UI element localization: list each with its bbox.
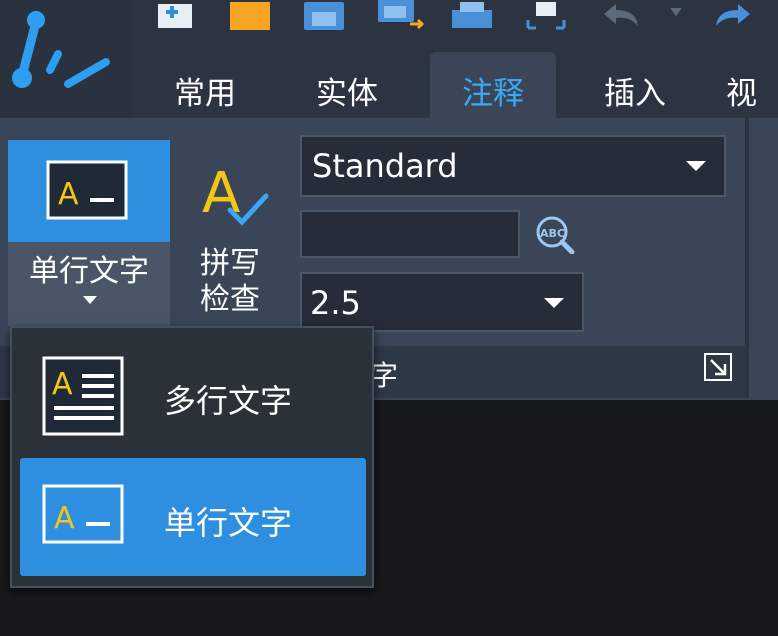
text-height-combo[interactable]: 2.5 [300,272,584,332]
save-icon [304,2,344,30]
ribbon-divider [745,118,749,398]
svg-text:A: A [54,501,75,536]
save-button[interactable] [302,0,346,30]
redo-icon [716,4,750,26]
save-as-icon [378,0,425,30]
print-icon [452,2,492,28]
redo-button[interactable] [710,0,754,30]
menu-item-label: 单行文字 [164,504,293,542]
save-as-button[interactable] [376,0,426,30]
single-line-text-button[interactable]: A [8,140,170,242]
text-height-value: 2.5 [310,284,361,322]
menu-item-multiline-text[interactable]: A 多行文字 [20,336,366,454]
chevron-down-icon[interactable] [83,296,97,304]
spell-check-button[interactable]: A [200,158,272,232]
chevron-down-icon [544,298,564,308]
single-line-text-icon: A [42,484,124,544]
undo-dropdown-button[interactable] [668,0,684,18]
text-type-dropdown-menu: A 多行文字 A 单行文字 [10,326,374,588]
spell-check-label: 拼写 检查 [190,246,270,318]
tab-view[interactable]: 视 [726,52,778,118]
find-text-input[interactable] [300,210,520,258]
app-logo [0,0,132,118]
menu-item-label: 多行文字 [164,382,293,420]
single-line-text-label: 单行文字 [29,254,149,289]
tab-insert[interactable]: 插入 [576,52,694,118]
svg-text:A: A [58,177,79,212]
tab-entity[interactable]: 实体 [288,52,406,118]
find-text-button[interactable]: ABC [534,214,576,258]
spell-check-icon: A [202,161,269,226]
app-logo-icon [12,11,110,88]
single-line-text-icon: A [46,160,128,220]
tab-annotation[interactable]: 注释 [430,52,556,118]
chevron-down-icon [686,161,706,171]
new-icon [158,4,192,28]
text-panel-title: 字 [370,359,399,392]
new-button[interactable] [156,0,196,30]
svg-text:A: A [52,367,73,402]
plot-button[interactable] [524,0,568,30]
tab-common[interactable]: 常用 [146,52,264,118]
spell-check-label-line2: 检查 [200,282,260,317]
undo-icon [604,4,638,26]
text-style-value: Standard [312,147,458,185]
undo-dropdown-icon [670,8,682,16]
panel-settings-button[interactable] [703,352,733,382]
print-button[interactable] [450,0,494,30]
undo-button[interactable] [600,0,644,30]
dialog-launcher-icon [704,353,732,381]
svg-text:ABC: ABC [540,227,565,240]
ribbon-tab-bar: 常用 实体 注释 插入 视 [132,52,778,118]
multiline-text-icon: A [42,356,124,436]
menu-item-single-line-text[interactable]: A 单行文字 [20,458,366,576]
plot-icon [526,2,566,30]
open-button[interactable] [228,0,272,30]
text-style-combo[interactable]: Standard [300,135,726,197]
spell-check-label-line1: 拼写 [200,246,260,281]
open-icon [230,2,270,30]
find-abc-icon: ABC [536,216,575,255]
